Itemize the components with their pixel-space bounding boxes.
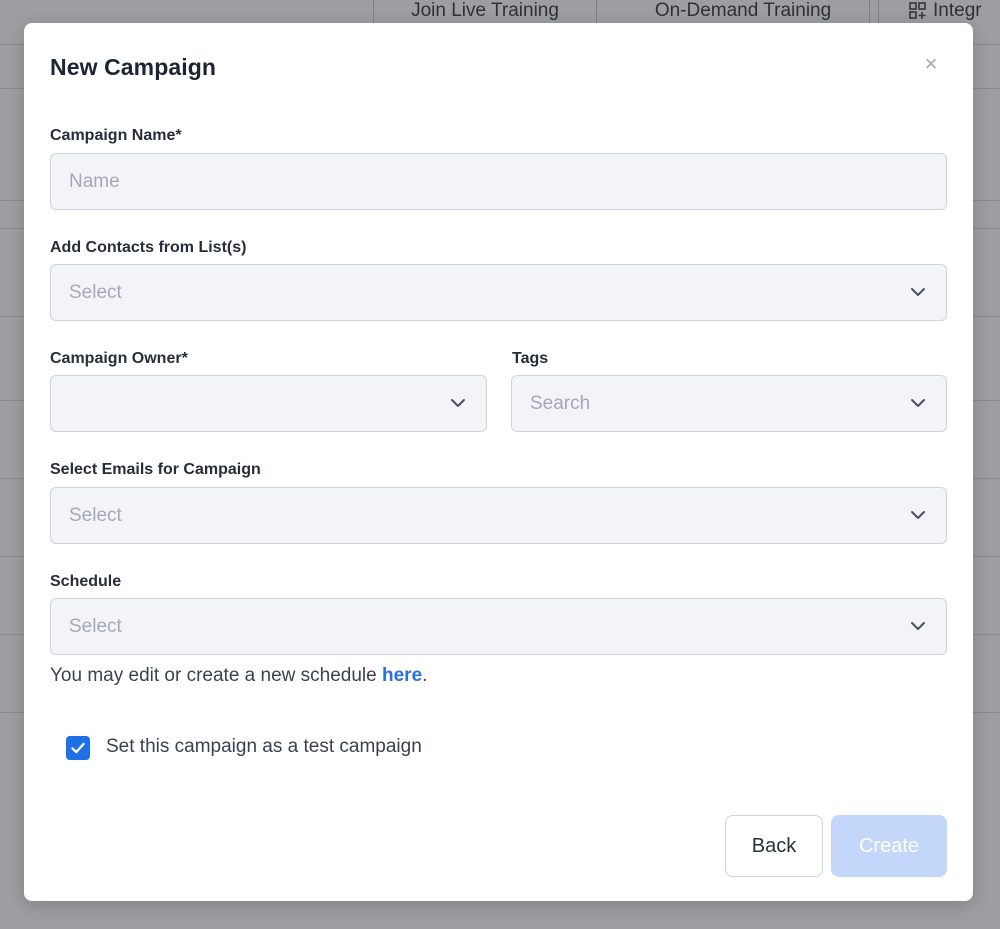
campaign-name-label: Campaign Name* (50, 127, 182, 144)
emails-label: Select Emails for Campaign (50, 461, 261, 478)
tags-search-placeholder: Search (530, 393, 591, 414)
campaign-name-field[interactable] (50, 153, 947, 210)
tags-select[interactable]: Search (511, 375, 947, 432)
contact-lists-placeholder: Select (69, 282, 122, 303)
new-campaign-modal: New Campaign × Campaign Name* Add Contac… (24, 23, 973, 901)
campaign-owner-label: Campaign Owner* (50, 350, 188, 367)
chevron-down-icon (451, 399, 465, 407)
checkmark-icon (71, 742, 85, 754)
schedule-select[interactable]: Select (50, 598, 947, 655)
schedule-here-link[interactable]: here (382, 665, 422, 686)
contact-lists-label: Add Contacts from List(s) (50, 239, 247, 256)
helper-suffix: . (422, 665, 428, 686)
schedule-placeholder: Select (69, 616, 122, 637)
close-icon[interactable]: × (920, 53, 942, 75)
chevron-down-icon (911, 622, 925, 630)
back-button[interactable]: Back (725, 815, 823, 877)
emails-placeholder: Select (69, 505, 122, 526)
test-campaign-checkbox[interactable] (66, 736, 90, 760)
schedule-label: Schedule (50, 573, 122, 590)
campaign-name-input[interactable] (51, 154, 946, 209)
emails-select[interactable]: Select (50, 487, 947, 544)
campaign-owner-select[interactable] (50, 375, 487, 432)
test-campaign-label[interactable]: Set this campaign as a test campaign (106, 736, 422, 758)
create-button[interactable]: Create (831, 815, 947, 877)
contact-lists-select[interactable]: Select (50, 264, 947, 321)
tags-label: Tags (512, 350, 549, 367)
helper-prefix: You may edit or create a new schedule (50, 665, 382, 686)
chevron-down-icon (911, 399, 925, 407)
modal-title: New Campaign (50, 54, 217, 80)
schedule-helper-text: You may edit or create a new schedule he… (50, 665, 427, 687)
chevron-down-icon (911, 288, 925, 296)
chevron-down-icon (911, 511, 925, 519)
